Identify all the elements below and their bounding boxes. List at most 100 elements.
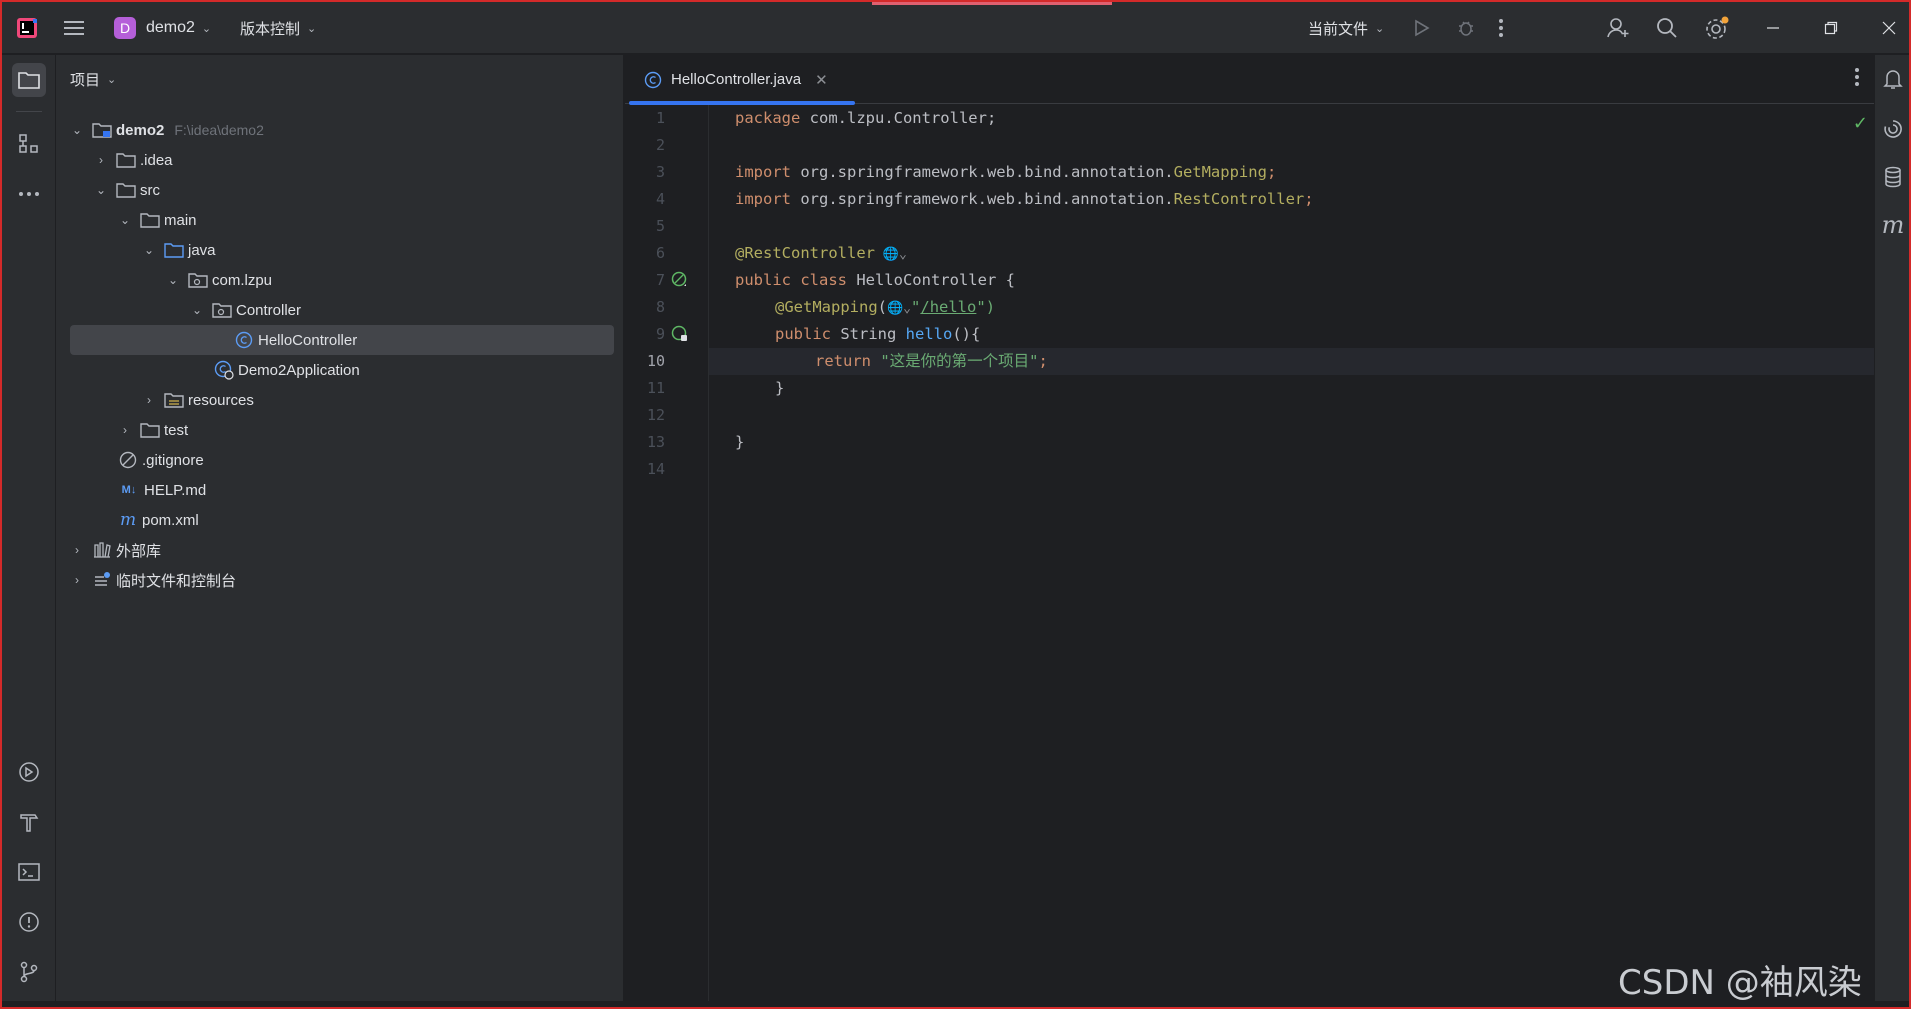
editor-gutter: 1 2 3 4 5 6 7 8 9 10 11 12 13 14 [625, 105, 734, 1001]
chevron-right-icon[interactable]: › [70, 543, 84, 557]
chevron-right-icon[interactable]: › [94, 153, 108, 167]
keyword: public class [735, 271, 847, 289]
code-with-me-icon[interactable] [1606, 2, 1630, 54]
code-line-1[interactable]: package com.lzpu.Controller; [709, 105, 1874, 132]
package-folder-icon [212, 300, 232, 320]
chevron-down-icon: ⌄ [307, 22, 317, 35]
code-line-9[interactable]: public String hello(){ [709, 321, 1874, 348]
tree-label: main [164, 211, 197, 229]
build-hammer-icon[interactable] [12, 805, 46, 839]
line-number: 12 [646, 406, 665, 424]
chevron-down-icon[interactable]: ⌄ [166, 273, 180, 287]
annotation: @RestController [735, 244, 875, 262]
services-icon[interactable] [12, 755, 46, 789]
keyword: package [735, 109, 801, 127]
main-menu-icon[interactable] [64, 2, 90, 54]
url-link[interactable]: /hello [920, 298, 976, 316]
folder-icon [140, 420, 160, 440]
more-tools-icon[interactable] [12, 177, 46, 211]
settings-gear-icon[interactable] [1704, 2, 1730, 54]
git-branch-icon[interactable] [12, 955, 46, 989]
chevron-right-icon[interactable]: › [70, 573, 84, 587]
tree-item-demo2[interactable]: ⌄ demo2 F:\idea\demo2 [56, 115, 264, 145]
line-number: 3 [655, 163, 665, 181]
project-name: demo2 [146, 19, 195, 36]
project-switcher[interactable]: D demo2 ⌄ [114, 2, 211, 54]
tree-item-scratches-and-consoles[interactable]: › 临时文件和控制台 [56, 565, 236, 595]
intellij-logo-icon[interactable] [16, 2, 40, 54]
tree-item-demo2application[interactable]: Demo2Application [56, 355, 360, 385]
notifications-bell-icon[interactable] [1881, 67, 1905, 91]
java-class-icon [234, 330, 254, 350]
more-actions-icon[interactable] [1854, 67, 1860, 93]
project-tool-window: 项目 ⌄ ⌄ demo2 F:\idea\demo2 › .idea ⌄ src [56, 55, 624, 1001]
code-line-6[interactable]: @RestController 🌐⌄ [709, 240, 1874, 267]
maven-icon[interactable]: m [1881, 211, 1905, 239]
project-view-selector[interactable]: 项目 ⌄ [70, 69, 116, 90]
vcs-menu[interactable]: 版本控制 ⌄ [240, 2, 316, 54]
tree-item-idea[interactable]: › .idea [56, 145, 173, 175]
line-number: 14 [646, 460, 665, 478]
endpoint-gutter-icon[interactable] [669, 323, 691, 345]
code-area[interactable]: package com.lzpu.Controller; import org.… [709, 105, 1874, 1001]
code-text: org.springframework.web.bind.annotation. [791, 190, 1174, 208]
minimize-icon[interactable] [1766, 2, 1780, 54]
tree-label: demo2 [116, 121, 165, 139]
left-tool-strip [2, 55, 56, 1001]
tree-label: 外部库 [116, 542, 162, 560]
chevron-down-icon[interactable]: ⌄ [94, 183, 108, 197]
tree-item-src[interactable]: ⌄ src [56, 175, 160, 205]
string: " [911, 298, 921, 316]
tree-item-main[interactable]: ⌄ main [56, 205, 197, 235]
line-number: 4 [655, 190, 665, 208]
tree-item-external-libraries[interactable]: › 外部库 [56, 535, 161, 565]
chevron-right-icon[interactable]: › [142, 393, 156, 407]
spring-bean-gutter-icon[interactable] [669, 269, 691, 291]
globe-icon[interactable]: 🌐⌄ [875, 247, 907, 262]
code-line-13[interactable]: } [709, 429, 1874, 456]
tree-item-help-md[interactable]: M↓ HELP.md [56, 475, 207, 505]
search-icon[interactable] [1656, 2, 1678, 54]
markdown-file-icon: M↓ [121, 484, 137, 496]
spring-boot-class-icon [214, 360, 234, 380]
code-line-8[interactable]: @GetMapping(🌐⌄"/hello") [709, 294, 1874, 321]
code-line-4[interactable]: import org.springframework.web.bind.anno… [709, 186, 1874, 213]
close-icon[interactable] [1882, 2, 1896, 54]
globe-icon[interactable]: 🌐⌄ [887, 301, 911, 316]
code-line-3[interactable]: import org.springframework.web.bind.anno… [709, 159, 1874, 186]
tree-item-resources[interactable]: › resources [56, 385, 254, 415]
chevron-down-icon[interactable]: ⌄ [190, 303, 204, 317]
chevron-down-icon[interactable]: ⌄ [118, 213, 132, 227]
tree-label: HelloController [258, 331, 358, 349]
chevron-down-icon[interactable]: ⌄ [142, 243, 156, 257]
tree-item-java[interactable]: ⌄ java [56, 235, 216, 265]
tab-hellocontroller-java[interactable]: HelloController.java ✕ [627, 55, 855, 105]
more-actions-icon[interactable] [1498, 2, 1504, 54]
tree-item-package-controller[interactable]: ⌄ Controller [56, 295, 301, 325]
keyword: return [815, 352, 871, 370]
ai-assistant-icon[interactable] [1881, 117, 1905, 141]
restore-icon[interactable] [1824, 2, 1838, 54]
terminal-icon[interactable] [12, 855, 46, 889]
scratch-icon [92, 570, 112, 590]
database-icon[interactable] [1881, 165, 1905, 189]
code-line-7[interactable]: public class HelloController { [709, 267, 1874, 294]
tab-close-icon[interactable]: ✕ [815, 71, 828, 89]
code-line-10[interactable]: return "这是你的第一个项目"; [709, 348, 1874, 375]
structure-icon[interactable] [12, 127, 46, 161]
code-text: } [775, 379, 785, 397]
tree-item-pom-xml[interactable]: m pom.xml [56, 505, 199, 535]
chevron-right-icon[interactable]: › [118, 423, 132, 437]
tree-item-hellocontroller[interactable]: HelloController [70, 325, 614, 355]
project-tool-folder-icon[interactable] [12, 63, 46, 97]
tree-item-package-com-lzpu[interactable]: ⌄ com.lzpu [56, 265, 272, 295]
problems-icon[interactable] [12, 905, 46, 939]
tree-item-gitignore[interactable]: .gitignore [56, 445, 204, 475]
code-line-11[interactable]: } [709, 375, 1874, 402]
package-folder-icon [188, 270, 208, 290]
debug-icon[interactable] [1456, 2, 1476, 54]
tree-item-test[interactable]: › test [56, 415, 188, 445]
run-config-selector[interactable]: 当前文件 ⌄ [1308, 2, 1384, 54]
run-button[interactable] [1414, 2, 1430, 54]
chevron-down-icon[interactable]: ⌄ [70, 123, 84, 137]
